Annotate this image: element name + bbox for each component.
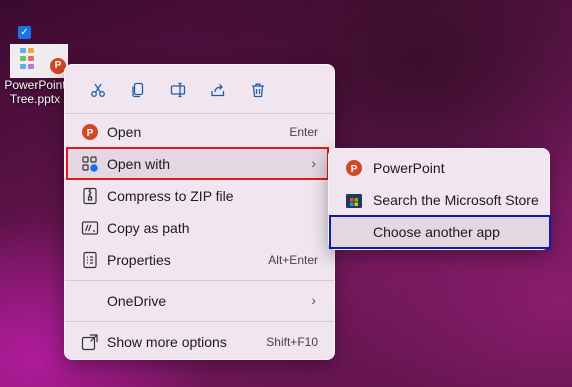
context-menu: P Open Enter Open with › Compress to ZIP… <box>64 64 335 360</box>
divider <box>65 321 334 322</box>
menu-item-label: Open <box>107 124 142 140</box>
submenu-item-label: Search the Microsoft Store <box>373 192 539 208</box>
delete-icon <box>252 83 264 98</box>
menu-item-open[interactable]: P Open Enter <box>69 116 330 147</box>
selection-checkbox[interactable]: ✓ <box>18 26 31 39</box>
slide-thumbnail-icon <box>18 46 42 76</box>
copy-icon <box>132 82 144 98</box>
more-options-icon <box>81 333 99 351</box>
submenu-item-label: PowerPoint <box>373 160 445 176</box>
svg-text:P: P <box>87 128 94 139</box>
menu-item-label: Properties <box>107 252 171 268</box>
file-name[interactable]: PowerPoint Tree.pptx <box>2 78 68 106</box>
open-with-submenu: P PowerPoint Search the Microsoft Store … <box>328 148 551 250</box>
delete-button[interactable] <box>245 77 271 103</box>
menu-item-label: OneDrive <box>107 293 167 309</box>
share-icon <box>211 84 225 97</box>
menu-item-onedrive[interactable]: OneDrive › <box>69 285 330 316</box>
menu-item-label: Copy as path <box>107 220 190 236</box>
rename-button[interactable] <box>165 77 191 103</box>
copy-path-icon <box>81 219 99 237</box>
shortcut-text: Enter <box>289 125 318 139</box>
submenu-item-label: Choose another app <box>373 224 500 240</box>
submenu-item-powerpoint[interactable]: P PowerPoint <box>331 152 549 183</box>
menu-item-show-more-options[interactable]: Show more options Shift+F10 <box>69 326 330 357</box>
submenu-item-choose-another-app[interactable]: Choose another app <box>331 216 549 247</box>
microsoft-store-icon <box>345 191 363 209</box>
chevron-right-icon: › <box>311 292 316 308</box>
menu-item-properties[interactable]: Properties Alt+Enter <box>69 244 330 275</box>
menu-item-label: Open with <box>107 156 171 172</box>
submenu-item-microsoft-store[interactable]: Search the Microsoft Store <box>331 184 549 215</box>
open-with-icon <box>81 155 99 173</box>
menu-item-label: Show more options <box>107 334 227 350</box>
powerpoint-icon: P <box>345 159 363 177</box>
powerpoint-icon: P <box>81 123 99 141</box>
zip-folder-icon <box>81 187 99 205</box>
copy-button[interactable] <box>125 77 151 103</box>
menu-item-label: Compress to ZIP file <box>107 188 234 204</box>
divider <box>65 113 334 114</box>
chevron-right-icon: › <box>311 155 316 171</box>
file-name-line2: Tree.pptx <box>9 92 61 106</box>
menu-item-copy-as-path[interactable]: Copy as path <box>69 212 330 243</box>
file-icon[interactable]: P <box>10 44 68 78</box>
divider <box>65 280 334 281</box>
shortcut-text: Shift+F10 <box>266 335 318 349</box>
menu-item-open-with[interactable]: Open with › <box>69 148 330 179</box>
properties-icon <box>81 251 99 269</box>
svg-text:P: P <box>351 164 358 175</box>
file-name-line1: PowerPoint <box>4 78 66 92</box>
cut-icon <box>91 83 105 97</box>
share-button[interactable] <box>205 77 231 103</box>
cut-button[interactable] <box>85 77 111 103</box>
menu-item-compress-zip[interactable]: Compress to ZIP file <box>69 180 330 211</box>
shortcut-text: Alt+Enter <box>268 253 318 267</box>
rename-icon <box>170 82 186 98</box>
